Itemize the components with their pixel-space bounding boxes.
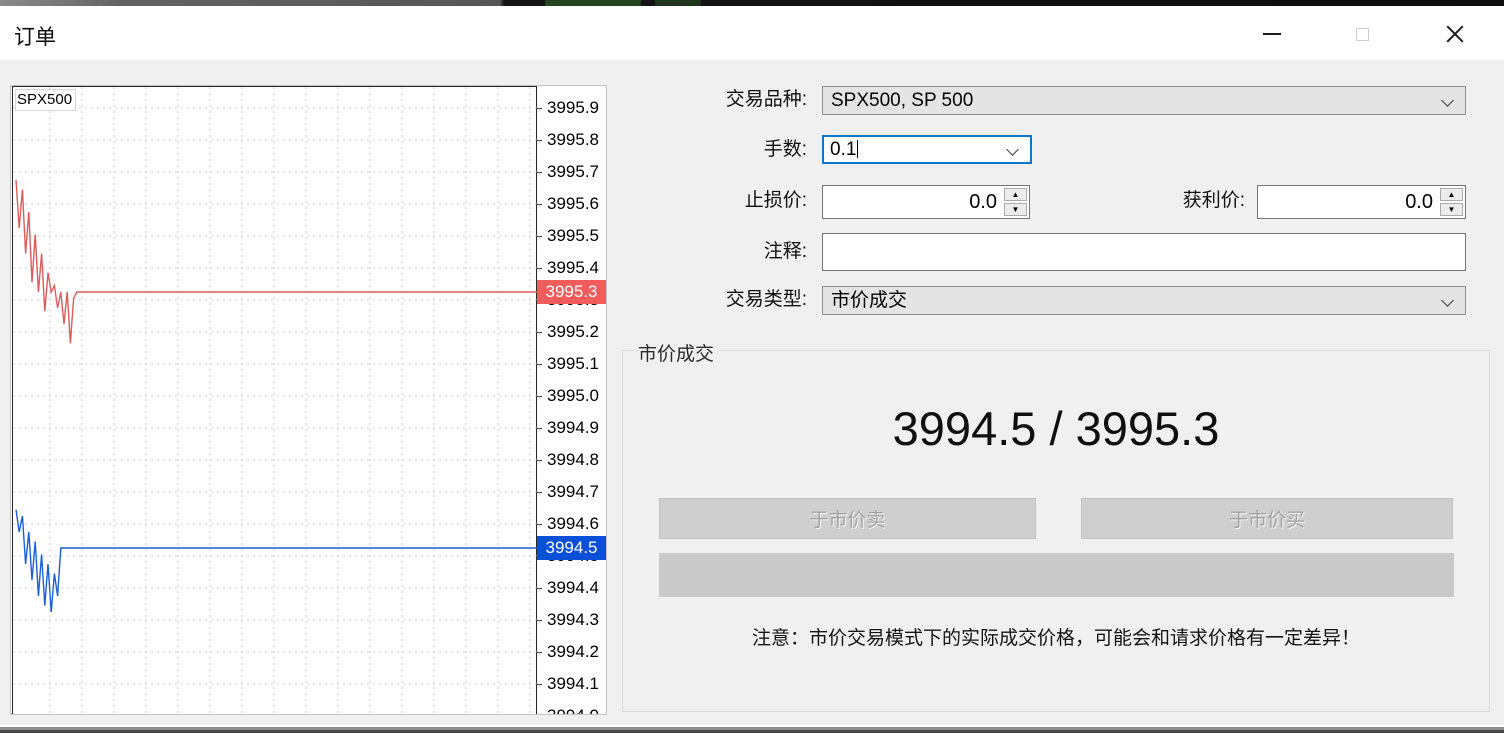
spin-down-button[interactable]: ▼ — [1440, 203, 1463, 216]
spin-down-icon: ▼ — [1448, 205, 1456, 214]
price-axis-label: 3994.2 — [547, 641, 599, 663]
price-axis-label: 3995.8 — [547, 129, 599, 151]
ask-price-badge: 3995.3 — [537, 280, 606, 304]
price-axis-label: 3994.7 — [547, 481, 599, 503]
dialog-title: 订单 — [14, 21, 56, 51]
bid-price-badge: 3994.5 — [537, 536, 606, 560]
take-profit-spinner[interactable]: 0.0 ▲ ▼ — [1257, 185, 1466, 219]
spin-up-icon: ▲ — [1012, 190, 1020, 199]
stop-loss-value: 0.0 — [969, 186, 997, 218]
maximize-button — [1339, 14, 1385, 54]
price-axis-label: 3994.9 — [547, 417, 599, 439]
axis-tick — [536, 492, 542, 493]
volume-value: 0.1 — [830, 139, 856, 160]
sell-by-market-button[interactable]: 于市价卖 — [659, 498, 1036, 539]
group-title: 市价成交 — [633, 339, 719, 366]
axis-tick — [536, 172, 542, 173]
title-bar: 订单 — [0, 6, 1504, 60]
take-profit-spin-buttons: ▲ ▼ — [1440, 187, 1464, 217]
axis-tick — [536, 588, 542, 589]
volume-label: 手数: — [600, 139, 807, 161]
symbol-select[interactable]: SPX500, SP 500 — [822, 86, 1466, 115]
stop-loss-spinner[interactable]: 0.0 ▲ ▼ — [822, 185, 1030, 219]
disabled-action-bar — [659, 553, 1454, 597]
price-axis: 3995.93995.83995.73995.63995.53995.43995… — [538, 86, 607, 715]
price-axis-label: 3995.5 — [547, 225, 599, 247]
price-axis-label: 3995.2 — [547, 321, 599, 343]
spin-up-button[interactable]: ▲ — [1440, 188, 1463, 201]
close-button[interactable] — [1432, 14, 1478, 54]
axis-tick — [536, 684, 542, 685]
spin-down-button[interactable]: ▼ — [1004, 203, 1027, 216]
price-axis-label: 3995.7 — [547, 161, 599, 183]
market-execution-group: 市价成交 3994.5 / 3995.3 于市价卖 于市价买 注意：市价交易模式… — [622, 350, 1490, 712]
price-axis-label: 3994.8 — [547, 449, 599, 471]
price-axis-label: 3995.9 — [547, 97, 599, 119]
chevron-down-icon — [1006, 143, 1019, 156]
stop-loss-spin-buttons: ▲ ▼ — [1004, 187, 1028, 217]
bid-ask-quote: 3994.5 / 3995.3 — [623, 401, 1489, 456]
symbol-select-value: SPX500, SP 500 — [831, 90, 973, 111]
price-axis-label: 3995.4 — [547, 257, 599, 279]
price-axis-label: 3994.4 — [547, 577, 599, 599]
axis-tick — [536, 332, 542, 333]
axis-tick — [536, 620, 542, 621]
axis-tick — [536, 652, 542, 653]
take-profit-value: 0.0 — [1405, 186, 1433, 218]
order-type-select[interactable]: 市价成交 — [822, 286, 1466, 315]
order-type-value: 市价成交 — [831, 290, 907, 311]
comment-input[interactable] — [822, 233, 1466, 271]
text-cursor — [857, 140, 858, 158]
price-axis-label: 3995.6 — [547, 193, 599, 215]
order-dialog: 订单 SPX500 3995.9 3995.8 3995.7 3995.6 3995.5… — [0, 0, 1504, 733]
close-icon — [1444, 23, 1466, 45]
volume-combobox[interactable]: 0.1 — [822, 135, 1032, 164]
dialog-content: SPX500 3995.9 3995.8 3995.7 3995.6 3995.5 399… — [0, 60, 1504, 725]
axis-tick — [536, 268, 542, 269]
price-axis-label: 3994.6 — [547, 513, 599, 535]
chevron-down-icon — [1441, 294, 1454, 307]
tick-chart-panel: SPX500 3995.9 3995.8 3995.7 3995.6 3995.5 399… — [10, 85, 607, 715]
spin-up-button[interactable]: ▲ — [1004, 188, 1027, 201]
take-profit-label: 获利价: — [1065, 190, 1245, 212]
spin-down-icon: ▼ — [1012, 205, 1020, 214]
order-type-label: 交易类型: — [600, 289, 807, 311]
price-axis-label: 3994.0 — [547, 705, 599, 715]
comment-label: 注释: — [600, 241, 807, 263]
tick-chart-plot: SPX500 — [12, 86, 537, 715]
axis-tick — [536, 460, 542, 461]
tick-chart-svg — [13, 87, 538, 715]
axis-tick — [536, 364, 542, 365]
maximize-icon — [1356, 28, 1369, 41]
axis-tick — [536, 236, 542, 237]
price-axis-label: 3994.3 — [547, 609, 599, 631]
execution-note: 注意：市价交易模式下的实际成交价格，可能会和请求价格有一定差异！ — [623, 623, 1489, 650]
minimize-icon — [1263, 33, 1281, 35]
buy-by-market-button[interactable]: 于市价买 — [1081, 498, 1453, 539]
symbol-label: 交易品种: — [600, 89, 807, 111]
axis-tick — [536, 108, 542, 109]
minimize-button[interactable] — [1249, 14, 1295, 54]
price-axis-label: 3995.1 — [547, 353, 599, 375]
axis-tick — [536, 524, 542, 525]
background-window-bottom-strip — [0, 725, 1504, 733]
axis-tick — [536, 396, 542, 397]
chevron-down-icon — [1441, 94, 1454, 107]
spin-up-icon: ▲ — [1448, 190, 1456, 199]
price-axis-label: 3995.0 — [547, 385, 599, 407]
axis-tick — [536, 204, 542, 205]
price-axis-label: 3994.1 — [547, 673, 599, 695]
axis-tick — [536, 428, 542, 429]
stop-loss-label: 止损价: — [600, 190, 807, 212]
chart-symbol-label: SPX500 — [15, 89, 76, 111]
axis-tick — [536, 140, 542, 141]
